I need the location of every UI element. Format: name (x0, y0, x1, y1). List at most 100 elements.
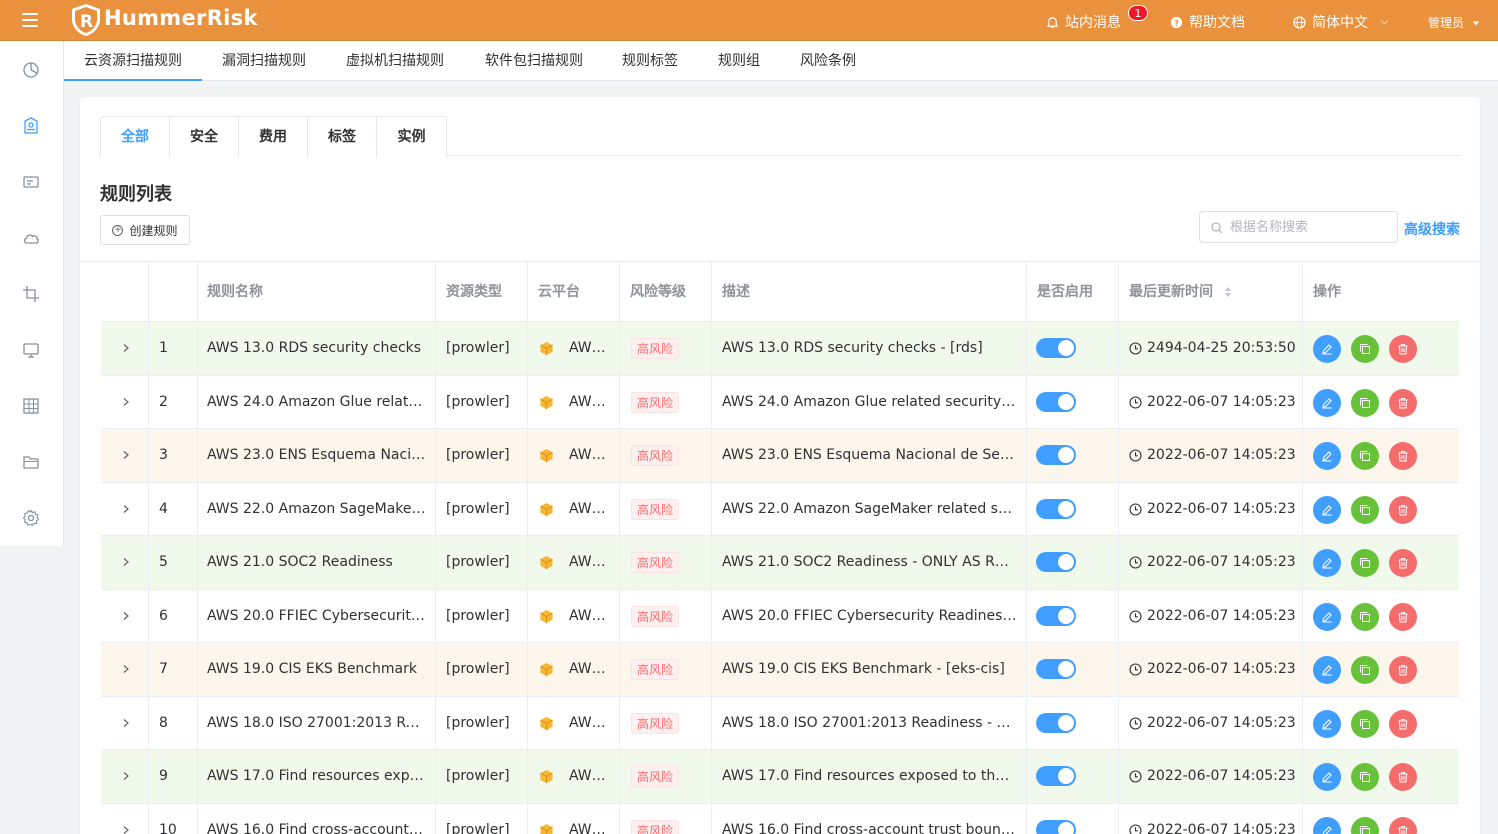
enabled-toggle[interactable] (1036, 659, 1076, 679)
tab-package-rules[interactable]: 软件包扫描规则 (469, 41, 599, 81)
tab-vuln-rules[interactable]: 漏洞扫描规则 (202, 41, 326, 81)
edit-button[interactable] (1313, 442, 1341, 470)
user-menu[interactable]: 管理员 (1428, 14, 1480, 31)
delete-button[interactable] (1389, 442, 1417, 470)
aws-cube-icon (540, 555, 553, 570)
enabled-toggle[interactable] (1036, 391, 1076, 412)
messages-link[interactable]: 站内消息 (1046, 12, 1121, 32)
copy-button[interactable] (1351, 335, 1379, 363)
delete-button[interactable] (1389, 656, 1417, 684)
copy-button[interactable] (1351, 388, 1379, 417)
create-rule-button[interactable]: + 创建规则 (100, 215, 190, 245)
rules-icon[interactable] (22, 117, 40, 135)
delete-button[interactable] (1389, 602, 1417, 631)
language-select[interactable]: 简体中文 (1293, 12, 1389, 32)
copy-button[interactable] (1351, 763, 1379, 791)
copy-button[interactable] (1351, 602, 1379, 631)
delete-button[interactable] (1389, 763, 1417, 791)
table-row[interactable]: 1 AWS 13.0 RDS security checks [prowler] AW… (101, 322, 1459, 376)
search-input[interactable] (1230, 212, 1390, 242)
subtab-instance[interactable]: 实例 (377, 117, 446, 157)
cloud-icon[interactable] (22, 229, 40, 247)
account-icon[interactable] (22, 173, 40, 191)
tab-cloud-rules[interactable]: 云资源扫描规则 (64, 41, 202, 81)
expand-chevron-icon[interactable] (121, 611, 131, 621)
expand-chevron-icon[interactable] (121, 557, 131, 567)
edit-button[interactable] (1313, 335, 1341, 363)
sort-icon[interactable] (1224, 286, 1232, 298)
subtab-all[interactable]: 全部 (101, 117, 170, 157)
folder-icon[interactable] (22, 453, 40, 471)
crop-icon[interactable] (22, 285, 40, 303)
search-field[interactable] (1199, 211, 1398, 243)
subtab-tags[interactable]: 标签 (308, 117, 377, 157)
copy-button[interactable] (1351, 442, 1379, 470)
expand-chevron-icon[interactable] (121, 664, 131, 674)
expand-chevron-icon[interactable] (121, 771, 131, 781)
monitor-icon[interactable] (22, 341, 40, 359)
delete-button[interactable] (1389, 388, 1417, 417)
table-row[interactable]: 4 AWS 22.0 Amazon SageMaker r… [prowler] AW… (101, 483, 1459, 536)
tab-rule-groups[interactable]: 规则组 (708, 41, 770, 81)
table-row[interactable]: 6 AWS 20.0 FFIEC Cybersecurity … [prowler]… (101, 590, 1459, 643)
delete-button[interactable] (1389, 495, 1417, 524)
aws-cube-icon (540, 769, 553, 784)
copy-button[interactable] (1351, 656, 1379, 684)
tab-vm-rules[interactable]: 虚拟机扫描规则 (330, 41, 460, 81)
delete-button[interactable] (1389, 709, 1417, 738)
edit-button[interactable] (1313, 763, 1341, 791)
enabled-toggle[interactable] (1036, 498, 1076, 519)
copy-button[interactable] (1351, 709, 1379, 738)
col-last-updated[interactable]: 最后更新时间 (1129, 262, 1232, 322)
column-divider (711, 262, 712, 834)
delete-button[interactable] (1389, 816, 1417, 834)
tab-rule-tags[interactable]: 规则标签 (613, 41, 687, 81)
edit-button[interactable] (1313, 709, 1341, 738)
search-icon (1211, 222, 1223, 234)
copy-button[interactable] (1351, 549, 1379, 577)
copy-button[interactable] (1351, 816, 1379, 834)
dashboard-icon[interactable] (22, 61, 40, 79)
enabled-toggle[interactable] (1036, 605, 1076, 626)
copy-icon (1360, 825, 1370, 834)
edit-button[interactable] (1313, 495, 1341, 524)
enabled-toggle[interactable] (1036, 766, 1076, 786)
enabled-toggle[interactable] (1036, 712, 1076, 733)
delete-button[interactable] (1389, 335, 1417, 363)
copy-button[interactable] (1351, 495, 1379, 524)
sidebar (0, 41, 64, 546)
expand-chevron-icon[interactable] (121, 504, 131, 514)
expand-chevron-icon[interactable] (121, 825, 131, 834)
edit-button[interactable] (1313, 816, 1341, 834)
settings-icon[interactable] (22, 509, 40, 527)
edit-button[interactable] (1313, 549, 1341, 577)
edit-button[interactable] (1313, 656, 1341, 684)
expand-chevron-icon[interactable] (121, 397, 131, 407)
tab-risk-terms[interactable]: 风险条例 (791, 41, 865, 81)
table-row[interactable]: 5 AWS 21.0 SOC2 Readiness [prowler] AW… 高风险 A… (101, 536, 1459, 590)
enabled-toggle[interactable] (1036, 819, 1076, 834)
table-row[interactable]: 10 AWS 16.0 Find cross-account tr… [prowle… (101, 804, 1459, 834)
table-row[interactable]: 9 AWS 17.0 Find resources expos… [prowler]… (101, 750, 1459, 804)
expand-chevron-icon[interactable] (121, 718, 131, 728)
enabled-toggle[interactable] (1036, 445, 1076, 465)
enabled-toggle[interactable] (1036, 552, 1076, 572)
table-row[interactable]: 3 AWS 23.0 ENS Esquema Nacional [prowler] A… (101, 429, 1459, 483)
edit-button[interactable] (1313, 388, 1341, 417)
resource-type: [prowler] (446, 768, 510, 784)
expand-chevron-icon[interactable] (121, 343, 131, 353)
enabled-toggle[interactable] (1036, 338, 1076, 358)
table-row[interactable]: 7 AWS 19.0 CIS EKS Benchmark [prowler] AW… 高… (101, 643, 1459, 697)
table-row[interactable]: 8 AWS 18.0 ISO 27001:2013 Rea… [prowler] AW… (101, 697, 1459, 750)
table-row[interactable]: 2 AWS 24.0 Amazon Glue related … [prowler]… (101, 376, 1459, 429)
subtab-security[interactable]: 安全 (170, 117, 239, 157)
help-docs-link[interactable]: ? 帮助文档 (1170, 12, 1245, 32)
subtab-cost[interactable]: 费用 (239, 117, 308, 157)
expand-chevron-icon[interactable] (121, 450, 131, 460)
edit-button[interactable] (1313, 602, 1341, 631)
delete-button[interactable] (1389, 549, 1417, 577)
menu-toggle-icon[interactable] (22, 13, 38, 27)
rule-description: AWS 23.0 ENS Esquema Nacional de Seguri… (722, 447, 1017, 463)
advanced-search-link[interactable]: 高级搜索 (1404, 219, 1460, 239)
grid-icon[interactable] (22, 397, 40, 415)
